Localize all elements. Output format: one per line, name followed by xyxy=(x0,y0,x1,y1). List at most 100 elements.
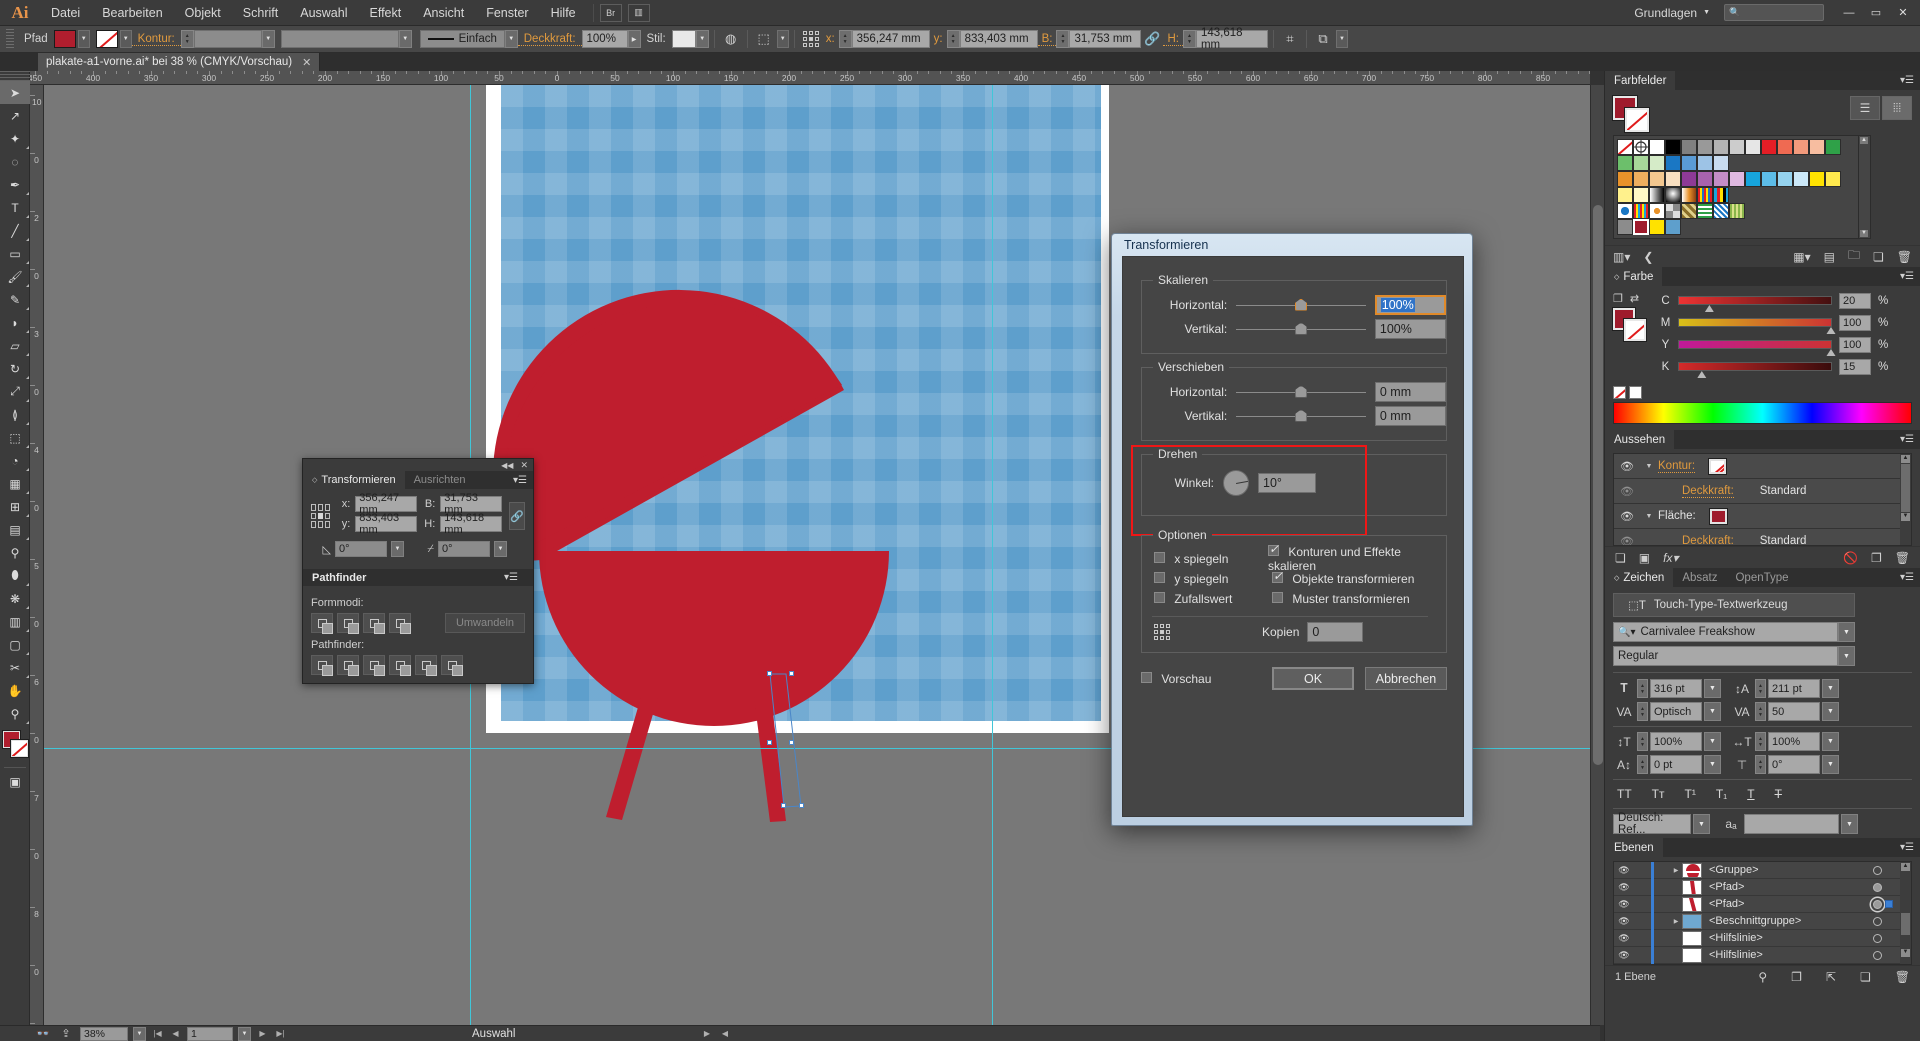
workspace-switcher[interactable]: Grundlagen ▼ xyxy=(1626,6,1718,20)
tab-farbe[interactable]: ◇ Farbe xyxy=(1605,267,1663,286)
stroke-profile-chevron-icon[interactable]: ▼ xyxy=(398,30,412,48)
swatch-color[interactable] xyxy=(1665,139,1681,155)
swap-colors-icon[interactable]: ⇄ xyxy=(1630,292,1639,305)
style-chevron-icon[interactable]: ▼ xyxy=(695,30,709,48)
swatch-color[interactable] xyxy=(1713,139,1729,155)
layer-row-beschnittgruppe[interactable]: 👁 ▶ <Beschnittgruppe> xyxy=(1614,912,1911,930)
tab-absatz[interactable]: Absatz xyxy=(1673,568,1726,587)
layer-name[interactable]: <Beschnittgruppe> xyxy=(1702,915,1801,927)
status-menu-icon[interactable]: ▶ xyxy=(700,1027,713,1041)
font-family-field[interactable]: 🔍▾ Carnivalee Freakshow xyxy=(1613,622,1838,642)
anchor-point[interactable] xyxy=(789,740,794,745)
width-stepper[interactable]: ▲ ▼ xyxy=(1056,30,1070,48)
pathfinder-menu-icon[interactable]: ▾☰ xyxy=(504,572,524,583)
stroke-dropdown-icon[interactable]: ▼ xyxy=(119,30,132,48)
swatch-color[interactable] xyxy=(1633,187,1649,203)
layers-list[interactable]: 👁 ▶ <Gruppe> 👁 <Pfad> 👁 <Pfad> 👁 ▶ <Besc… xyxy=(1613,861,1912,965)
swatches-scrollbar[interactable]: ▲ ▼ xyxy=(1859,135,1871,239)
appearance-scrollbar[interactable]: ▲ ▼ xyxy=(1900,454,1911,545)
swatch-pattern[interactable] xyxy=(1713,187,1729,203)
swatch-color[interactable] xyxy=(1665,155,1681,171)
control-bar-grip[interactable] xyxy=(6,29,14,49)
rotate-tool[interactable]: ↻ xyxy=(0,357,30,380)
menu-auswahl[interactable]: Auswahl xyxy=(289,0,358,26)
checkbox-box[interactable] xyxy=(1272,569,1283,583)
stroke-weight-chevron-icon[interactable]: ▼ xyxy=(261,30,275,48)
fill-color-swatch[interactable] xyxy=(1708,507,1728,525)
swatch-color[interactable] xyxy=(1617,171,1633,187)
swatch-pattern[interactable] xyxy=(1697,203,1713,219)
panel-height-field[interactable]: 143,618 mm xyxy=(440,512,503,536)
cancel-button[interactable]: Abbrechen xyxy=(1365,667,1447,690)
swatch-color[interactable] xyxy=(1777,139,1793,155)
transform-chevron-icon[interactable]: ▼ xyxy=(1335,30,1348,48)
brush-chevron-icon[interactable]: ▼ xyxy=(504,30,518,48)
appearance-row-flaeche[interactable]: 👁 ▼ Fläche: xyxy=(1614,504,1911,529)
swatch-options-icon[interactable]: ▤ xyxy=(1824,250,1835,264)
scale-horizontal-field[interactable]: 100% xyxy=(1374,295,1446,315)
checkbox-box[interactable] xyxy=(1272,592,1283,603)
panel-shear-field[interactable]: 0° xyxy=(438,541,490,557)
create-sublayer-icon[interactable]: ⇱ xyxy=(1826,970,1836,984)
swatch-color[interactable] xyxy=(1697,139,1713,155)
antialias-field[interactable] xyxy=(1744,814,1839,834)
stroke-profile-field[interactable] xyxy=(280,30,399,48)
visibility-eye-icon[interactable]: 👁 xyxy=(1614,485,1640,498)
swatch-color[interactable] xyxy=(1633,171,1649,187)
vertical-scale-chevron-icon[interactable]: ▼ xyxy=(1704,732,1721,751)
swatch-color[interactable] xyxy=(1633,219,1649,235)
swatch-color[interactable] xyxy=(1713,171,1729,187)
checkbox-zufallswert[interactable]: Zufallswert xyxy=(1154,592,1272,606)
delete-item-icon[interactable]: 🗑 xyxy=(1895,551,1910,565)
add-stroke-icon[interactable]: ❏ xyxy=(1615,551,1626,565)
trim-icon[interactable] xyxy=(337,655,359,676)
swatches-grid[interactable] xyxy=(1613,135,1859,239)
stroke-color-swatch[interactable] xyxy=(1708,457,1728,475)
zoom-field[interactable]: 38% xyxy=(80,1026,128,1041)
appearance-row-deckkraft-2[interactable]: 👁 Deckkraft: Standard xyxy=(1614,529,1911,545)
perspective-grid-tool[interactable]: ▦ xyxy=(0,472,30,495)
stroke-weight-label[interactable]: Kontur: xyxy=(131,33,181,46)
layer-name[interactable]: <Pfad> xyxy=(1702,881,1744,893)
font-style-chevron-icon[interactable]: ▼ xyxy=(1838,646,1855,666)
expand-button[interactable]: Umwandeln xyxy=(445,613,525,633)
artboard-number-field[interactable]: 1 xyxy=(187,1026,233,1041)
anchor-point[interactable] xyxy=(789,671,794,676)
stroke-weight-stepper[interactable]: ▲ ▼ xyxy=(180,30,194,48)
shear-chevron-icon[interactable]: ▼ xyxy=(494,541,507,557)
layer-name[interactable]: <Hilfslinie> xyxy=(1702,949,1763,961)
none-color-icon[interactable] xyxy=(1613,386,1626,399)
duplicate-item-icon[interactable]: ❐ xyxy=(1871,551,1882,565)
rotate-chevron-icon[interactable]: ▼ xyxy=(391,541,404,557)
scale-tool[interactable]: ⤢ xyxy=(0,380,30,403)
opacity-label[interactable]: Deckkraft: xyxy=(517,33,582,46)
panel-rotate-field[interactable]: 0° xyxy=(335,541,387,557)
lasso-tool[interactable]: ◌ xyxy=(0,150,30,173)
rotation-stepper[interactable]: ▲ ▼ xyxy=(1755,755,1766,774)
height-stepper[interactable]: ▲ ▼ xyxy=(1182,30,1196,48)
leading-chevron-icon[interactable]: ▼ xyxy=(1822,679,1839,698)
x-stepper[interactable]: ▲ ▼ xyxy=(838,30,852,48)
zoom-tool[interactable]: ⚲ xyxy=(0,702,30,725)
prev-artboard-icon[interactable]: ◀ xyxy=(169,1027,182,1041)
blend-tool[interactable]: ⬮ xyxy=(0,564,30,587)
appearance-row-label[interactable]: Fläche: xyxy=(1658,510,1696,522)
swatch-color[interactable] xyxy=(1649,171,1665,187)
show-kinds-icon[interactable]: ▦▾ xyxy=(1793,250,1810,264)
swatch-color[interactable] xyxy=(1681,139,1697,155)
intersect-icon[interactable] xyxy=(363,613,385,634)
panel-menu-icon[interactable]: ▾☰ xyxy=(513,471,533,489)
horizontal-scale-field[interactable]: 100% xyxy=(1768,732,1820,751)
swatch-color[interactable] xyxy=(1713,155,1729,171)
swatch-color[interactable] xyxy=(1793,171,1809,187)
height-field[interactable]: 143,618 mm xyxy=(1195,27,1268,51)
x-field[interactable]: 356,247 mm xyxy=(851,30,930,48)
color-stroke-swatch[interactable] xyxy=(1623,318,1647,342)
channel-y-slider[interactable] xyxy=(1678,340,1836,356)
swatch-color[interactable] xyxy=(1745,171,1761,187)
eyedropper-tool[interactable]: ⚲ xyxy=(0,541,30,564)
swatch-color[interactable] xyxy=(1617,187,1633,203)
white-color-icon[interactable] xyxy=(1629,386,1642,399)
close-icon[interactable]: ✕ xyxy=(520,460,528,471)
search-input[interactable]: 🔍 xyxy=(1724,4,1824,21)
